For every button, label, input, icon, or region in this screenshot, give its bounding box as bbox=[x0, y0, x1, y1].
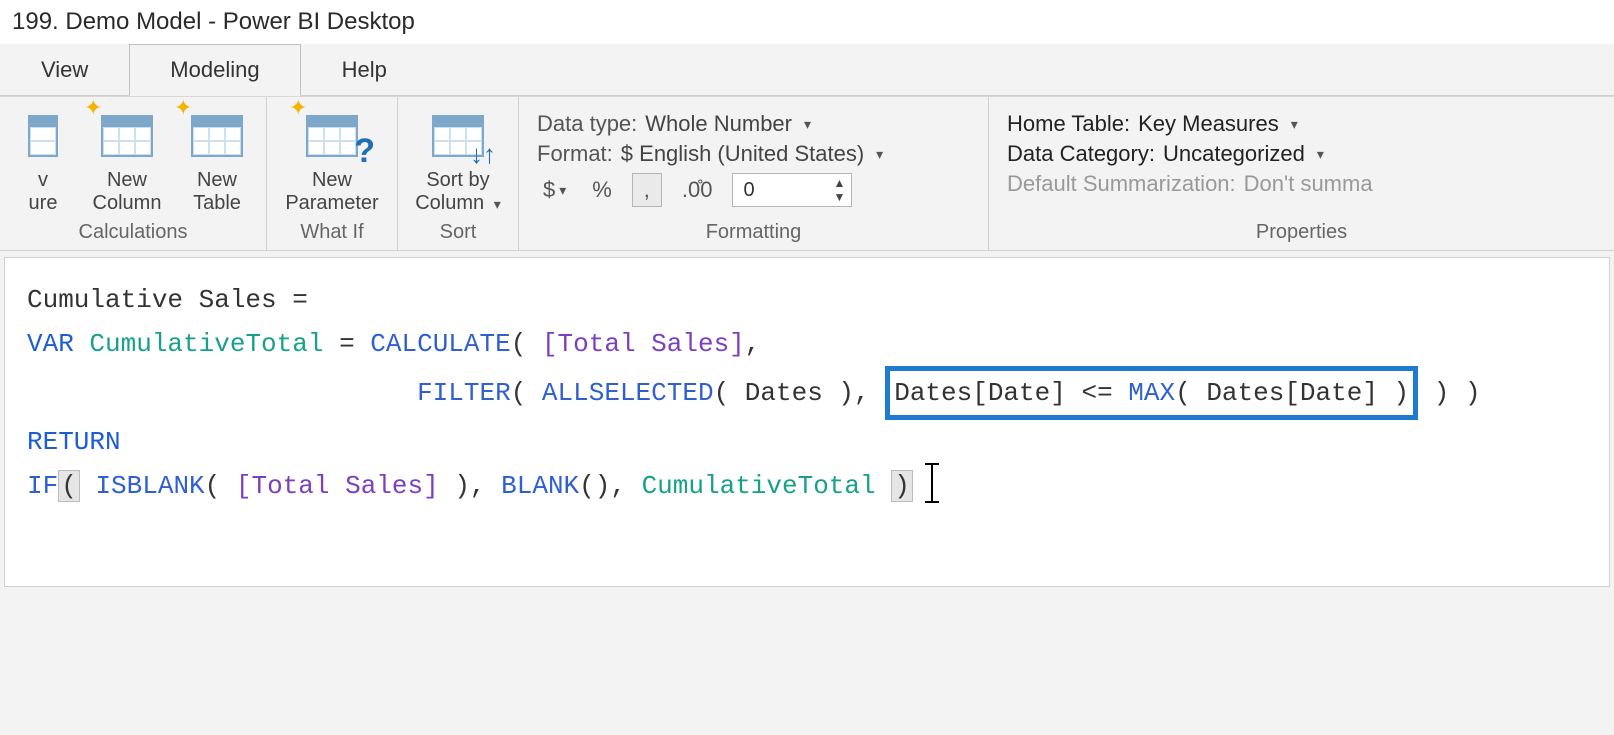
group-label-whatif: What If bbox=[300, 221, 363, 244]
percent-button[interactable]: % bbox=[586, 173, 618, 207]
chevron-down-icon: ▾ bbox=[804, 116, 811, 133]
keyword-var: VAR bbox=[27, 329, 74, 359]
sparkle-icon: ✦ bbox=[174, 95, 192, 121]
ribbon-group-calculations: v ure ✦ New Column ✦ bbox=[0, 97, 267, 250]
chevron-down-icon: ▾ bbox=[1317, 146, 1324, 163]
group-label-sort: Sort bbox=[440, 221, 477, 244]
tab-view[interactable]: View bbox=[0, 44, 129, 95]
new-table-icon: ✦ bbox=[184, 107, 250, 165]
format-label: Format: bbox=[537, 141, 613, 167]
home-table-value: Key Measures bbox=[1138, 111, 1279, 137]
default-summarization-value: Don't summa bbox=[1244, 171, 1373, 197]
default-summarization-label: Default Summarization: bbox=[1007, 171, 1236, 197]
new-parameter-icon: ✦ ? bbox=[299, 107, 365, 165]
func-isblank: ISBLANK bbox=[95, 471, 204, 501]
func-filter: FILTER bbox=[417, 378, 511, 408]
group-label-properties: Properties bbox=[1256, 221, 1347, 244]
tab-modeling[interactable]: Modeling bbox=[129, 44, 300, 96]
func-calculate: CALCULATE bbox=[370, 329, 510, 359]
question-icon: ? bbox=[354, 132, 375, 171]
home-table-label: Home Table: bbox=[1007, 111, 1130, 137]
data-category-label: Data Category: bbox=[1007, 141, 1155, 167]
sort-by-column-icon: ↓↑ bbox=[425, 107, 491, 165]
chevron-down-icon: ▾ bbox=[494, 196, 501, 212]
data-type-value: Whole Number bbox=[645, 111, 792, 137]
ribbon-group-whatif: ✦ ? New Parameter What If bbox=[267, 97, 398, 250]
text-cursor bbox=[931, 463, 933, 503]
var-name: CumulativeTotal bbox=[89, 329, 323, 359]
formula-bar[interactable]: Cumulative Sales = VAR CumulativeTotal =… bbox=[4, 257, 1610, 587]
sort-by-column-button[interactable]: ↓↑ Sort by Column ▾ bbox=[408, 107, 508, 215]
spinner-down-icon[interactable]: ▼ bbox=[834, 190, 846, 204]
new-table-button[interactable]: ✦ New Table bbox=[178, 107, 256, 215]
func-blank: BLANK bbox=[501, 471, 579, 501]
format-value: $ English (United States) bbox=[621, 141, 864, 167]
new-column-label: New Column bbox=[93, 169, 162, 215]
func-allselected: ALLSELECTED bbox=[542, 378, 714, 408]
default-summarization-dropdown[interactable]: Default Summarization: Don't summa bbox=[1007, 171, 1596, 197]
decimal-places-spinner[interactable]: 0 ▲▼ bbox=[732, 173, 852, 207]
window-title: 199. Demo Model - Power BI Desktop bbox=[0, 0, 1614, 44]
ribbon-tabs: View Modeling Help bbox=[0, 44, 1614, 96]
table-ref: Dates bbox=[745, 378, 823, 408]
home-table-dropdown[interactable]: Home Table: Key Measures ▾ bbox=[1007, 111, 1596, 137]
func-if: IF bbox=[27, 471, 58, 501]
highlighted-expression: Dates[Date] <= MAX( Dates[Date] ) bbox=[885, 366, 1418, 420]
sparkle-icon: ✦ bbox=[84, 95, 102, 121]
chevron-down-icon: ▾ bbox=[1291, 116, 1298, 133]
data-category-value: Uncategorized bbox=[1163, 141, 1305, 167]
measure-name: Cumulative Sales bbox=[27, 285, 277, 315]
new-parameter-label: New Parameter bbox=[285, 169, 378, 215]
func-max: MAX bbox=[1128, 378, 1175, 408]
keyword-return: RETURN bbox=[27, 427, 121, 457]
group-label-formatting: Formatting bbox=[706, 221, 802, 244]
chevron-down-icon: ▾ bbox=[876, 146, 883, 163]
new-measure-label: v ure bbox=[29, 169, 58, 215]
new-measure-button[interactable]: v ure bbox=[10, 107, 76, 215]
data-type-label: Data type: bbox=[537, 111, 637, 137]
spinner-up-icon[interactable]: ▲ bbox=[834, 176, 846, 190]
new-parameter-button[interactable]: ✦ ? New Parameter bbox=[277, 107, 387, 215]
decimal-increase-button[interactable]: .0̊0 bbox=[676, 173, 719, 207]
ribbon-group-sort: ↓↑ Sort by Column ▾ Sort bbox=[398, 97, 519, 250]
new-column-icon: ✦ bbox=[94, 107, 160, 165]
sort-arrow-icon: ↓↑ bbox=[470, 139, 496, 170]
measure-ref: [Total Sales] bbox=[542, 329, 745, 359]
new-column-button[interactable]: ✦ New Column bbox=[88, 107, 166, 215]
chevron-down-icon: ▾ bbox=[559, 182, 566, 199]
group-label-calculations: Calculations bbox=[79, 221, 188, 244]
format-dropdown[interactable]: Format: $ English (United States) ▾ bbox=[537, 141, 970, 167]
tab-help[interactable]: Help bbox=[301, 44, 428, 95]
sort-by-column-label: Sort by Column ▾ bbox=[415, 169, 501, 215]
new-table-label: New Table bbox=[193, 169, 241, 215]
ribbon-group-formatting: Data type: Whole Number ▾ Format: $ Engl… bbox=[519, 97, 989, 250]
new-measure-icon bbox=[10, 107, 76, 165]
ribbon: v ure ✦ New Column ✦ bbox=[0, 96, 1614, 251]
data-category-dropdown[interactable]: Data Category: Uncategorized ▾ bbox=[1007, 141, 1596, 167]
decimal-places-value: 0 bbox=[743, 179, 833, 202]
ribbon-group-properties: Home Table: Key Measures ▾ Data Category… bbox=[989, 97, 1614, 250]
currency-button[interactable]: $ ▾ bbox=[537, 173, 572, 207]
sparkle-icon: ✦ bbox=[289, 95, 307, 121]
thousands-separator-button[interactable]: , bbox=[632, 173, 662, 207]
data-type-dropdown[interactable]: Data type: Whole Number ▾ bbox=[537, 111, 970, 137]
